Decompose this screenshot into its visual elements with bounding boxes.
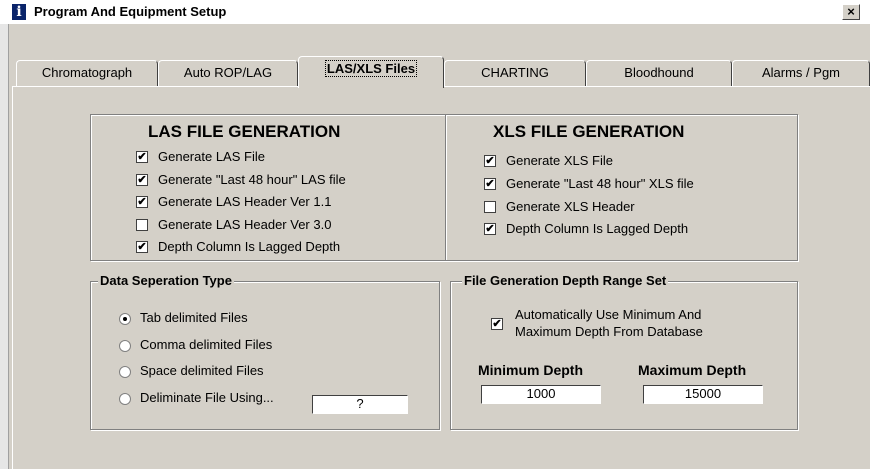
radio-tab-delimited-label: Tab delimited Files	[140, 310, 248, 325]
xls-option-1-label: Generate XLS File	[506, 153, 613, 168]
radio-tab-delimited[interactable]	[119, 313, 131, 325]
custom-delimiter-field[interactable]: ?	[312, 395, 408, 414]
xls-option-2-checkbox[interactable]: ✔	[484, 178, 496, 190]
xls-option-4-checkbox[interactable]: ✔	[484, 223, 496, 235]
las-option-2-label: Generate "Last 48 hour" LAS file	[158, 172, 346, 187]
data-separation-legend: Data Seperation Type	[98, 273, 234, 288]
xls-option-3-label: Generate XLS Header	[506, 199, 635, 214]
depth-range-legend: File Generation Depth Range Set	[462, 273, 669, 288]
las-option-5-label: Depth Column Is Lagged Depth	[158, 239, 341, 254]
window-left-frame	[0, 24, 9, 469]
las-option-4-checkbox[interactable]	[136, 219, 148, 231]
tab-chromatograph[interactable]: Chromatograph	[16, 60, 158, 86]
radio-custom-delimiter-label: Deliminate File Using...	[140, 390, 274, 405]
auto-depth-label-line1: Automatically Use Minimum And	[515, 307, 702, 322]
xls-section-title: XLS FILE GENERATION	[493, 122, 685, 141]
radio-custom-delimiter[interactable]	[119, 393, 131, 405]
xls-option-4-label: Depth Column Is Lagged Depth	[506, 221, 689, 236]
las-option-3-checkbox[interactable]: ✔	[136, 196, 148, 208]
depth-range-group	[450, 281, 798, 430]
las-section-title: LAS FILE GENERATION	[148, 122, 341, 141]
las-option-1-label: Generate LAS File	[158, 149, 265, 164]
radio-comma-delimited[interactable]	[119, 340, 131, 352]
las-option-3-label: Generate LAS Header Ver 1.1	[158, 194, 332, 209]
tab-alarms-pgm[interactable]: Alarms / Pgm	[732, 60, 870, 86]
xls-option-2-label: Generate "Last 48 hour" XLS file	[506, 176, 694, 191]
close-button[interactable]: ×	[842, 4, 860, 20]
tab-charting[interactable]: CHARTING	[444, 60, 586, 86]
tab-auto-rop-lag[interactable]: Auto ROP/LAG	[158, 60, 298, 86]
file-generation-divider	[445, 115, 446, 260]
auto-depth-checkbox[interactable]: ✔	[491, 318, 503, 330]
radio-space-delimited-label: Space delimited Files	[140, 363, 264, 378]
tab-bloodhound[interactable]: Bloodhound	[586, 60, 732, 86]
info-icon: i	[12, 4, 26, 20]
window-title: Program And Equipment Setup	[34, 4, 227, 19]
auto-depth-label-line2: Maximum Depth From Database	[515, 324, 703, 339]
xls-option-3-checkbox[interactable]	[484, 201, 496, 213]
tab-las-xls-files[interactable]: LAS/XLS Files	[298, 56, 444, 88]
minimum-depth-field[interactable]: 1000	[481, 385, 601, 404]
maximum-depth-label: Maximum Depth	[638, 362, 747, 378]
minimum-depth-label: Minimum Depth	[478, 362, 583, 378]
las-option-1-checkbox[interactable]: ✔	[136, 151, 148, 163]
radio-comma-delimited-label: Comma delimited Files	[140, 337, 273, 352]
radio-space-delimited[interactable]	[119, 366, 131, 378]
las-option-4-label: Generate LAS Header Ver 3.0	[158, 217, 332, 232]
maximum-depth-field[interactable]: 15000	[643, 385, 763, 404]
las-option-5-checkbox[interactable]: ✔	[136, 241, 148, 253]
las-option-2-checkbox[interactable]: ✔	[136, 174, 148, 186]
xls-option-1-checkbox[interactable]: ✔	[484, 155, 496, 167]
